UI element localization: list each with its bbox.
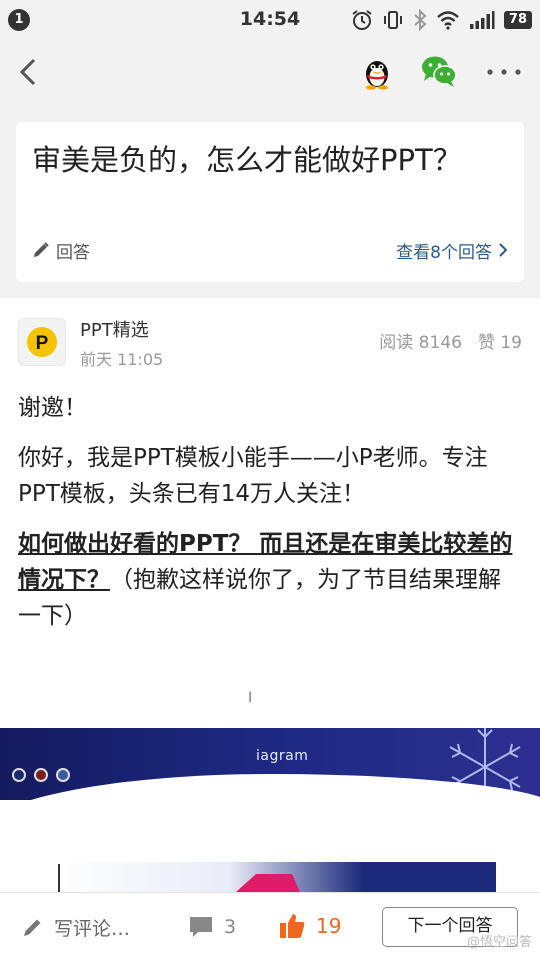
thumbs-up-icon [280, 914, 305, 938]
view-answers-link[interactable]: 查看8个回答 [396, 238, 508, 263]
answer-label: 回答 [56, 242, 90, 263]
write-comment-label: 写评论… [54, 917, 131, 940]
read-count: 阅读 8146 [379, 333, 462, 353]
comments-button[interactable]: 3 [188, 913, 236, 941]
signal-icon [469, 11, 495, 29]
write-comment-button[interactable]: 写评论… [22, 913, 130, 941]
slide-axis [58, 864, 60, 892]
like-count: 19 [316, 914, 342, 938]
bluetooth-icon [414, 9, 427, 31]
comment-count: 3 [224, 916, 237, 938]
slide-arrow-icon [236, 874, 300, 892]
top-nav-bar [0, 40, 540, 104]
post-stats: 阅读 8146 赞 19 [379, 328, 522, 353]
more-icon[interactable] [484, 60, 524, 84]
post-time: 前天 11:05 [80, 350, 164, 369]
avatar[interactable]: P [18, 318, 66, 366]
bottom-action-bar: 写评论… 3 19 下一个回答 @悟空问答 [0, 892, 540, 960]
question-card[interactable]: 审美是负的，怎么才能做好PPT？ 回答 查看8个回答 [16, 122, 524, 282]
view-answers-label: 查看8个回答 [396, 242, 492, 263]
status-bar: 1 14:54 78 [0, 0, 540, 40]
svg-text:P: P [36, 333, 49, 354]
wifi-icon [437, 11, 459, 30]
slide-dots [12, 768, 70, 782]
pencil-icon [24, 919, 41, 936]
comment-icon [190, 917, 212, 937]
author-row: P PPT精选 前天 11:05 阅读 8146 赞 19 [0, 298, 540, 388]
text-cursor-mark: I [248, 690, 253, 706]
paragraph-2: 你好，我是PPT模板小能手——小P老师。专注PPT模板，头条已有14万人关注！ [18, 445, 488, 507]
slide-image[interactable]: iagram [0, 728, 540, 892]
slide-title: iagram [256, 748, 309, 764]
answer-content: 谢邀！ 你好，我是PPT模板小能手——小P老师。专注PPT模板，头条已有14万人… [18, 390, 522, 648]
qq-share-icon[interactable] [360, 54, 394, 90]
battery-level: 78 [503, 11, 532, 29]
vibrate-icon [383, 11, 402, 29]
back-icon[interactable] [14, 56, 44, 88]
paragraph-1: 谢邀！ [18, 395, 87, 421]
paragraph-3: 如何做出好看的PPT？ 而且还是在审美比较差的情况下？（抱歉这样说你了，为了节目… [18, 526, 522, 634]
avatar-logo-icon: P [27, 327, 57, 357]
slide-dot [12, 768, 26, 782]
slide-dot [34, 768, 48, 782]
status-icons: 78 [351, 8, 532, 32]
pencil-icon [34, 242, 49, 257]
question-title: 审美是负的，怎么才能做好PPT？ [32, 143, 462, 177]
author-name[interactable]: PPT精选 [80, 316, 149, 342]
question-area: 审美是负的，怎么才能做好PPT？ 回答 查看8个回答 [0, 104, 540, 298]
alarm-icon [352, 10, 372, 30]
slide-dot [56, 768, 70, 782]
answer-button[interactable]: 回答 [32, 238, 90, 263]
like-button[interactable]: 19 [278, 911, 341, 941]
watermark: @悟空问答 [466, 935, 532, 950]
wechat-share-icon[interactable] [420, 54, 458, 88]
like-stat: 赞 19 [477, 333, 522, 353]
chevron-right-icon [499, 243, 508, 257]
